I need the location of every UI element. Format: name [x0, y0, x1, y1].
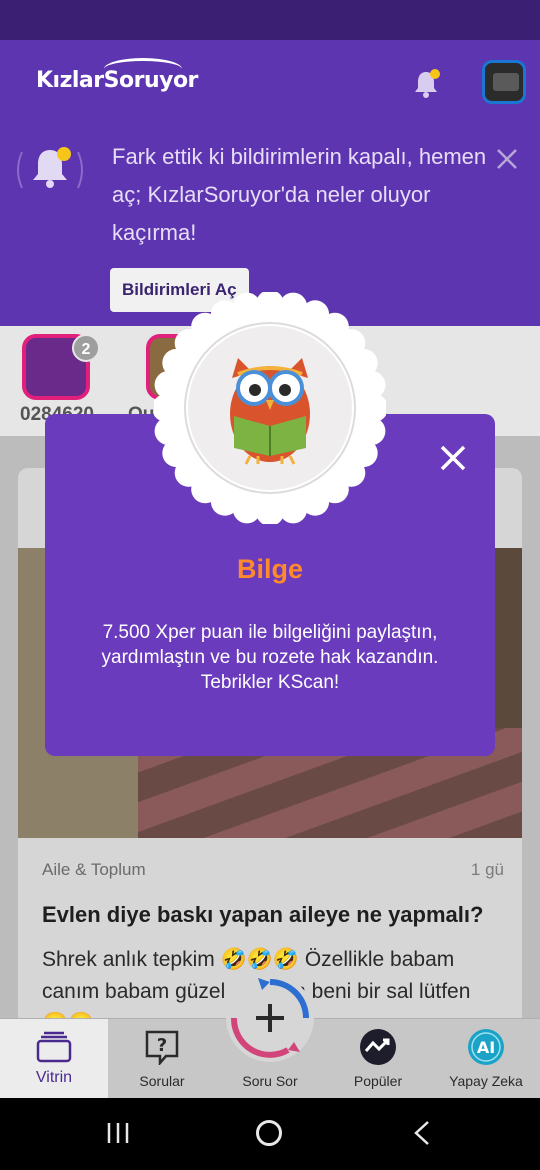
ask-question-button[interactable]: [226, 974, 314, 1062]
owl-icon: [152, 290, 388, 526]
avatar[interactable]: [482, 60, 526, 104]
nav-item-sorular[interactable]: ? Sorular: [108, 1019, 216, 1099]
story-count-badge: 2: [72, 334, 100, 362]
question-category[interactable]: Aile & Toplum: [42, 860, 146, 880]
ai-icon: AI: [466, 1029, 506, 1065]
status-bar: [0, 0, 540, 40]
question-time: 1 gü: [470, 860, 504, 879]
question-title[interactable]: Evlen diye baskı yapan aileye ne yapmalı…: [42, 902, 512, 928]
nav-label: Vitrin: [35, 1069, 73, 1086]
badge-description: 7.500 Xper puan ile bilgeliğini paylaştı…: [101, 622, 439, 693]
notification-off-icon: [12, 142, 88, 198]
svg-text:?: ?: [157, 1035, 167, 1056]
system-navigation-bar: [0, 1098, 540, 1170]
question-icon: ?: [142, 1029, 182, 1067]
nav-label: Yapay Zeka: [449, 1073, 523, 1089]
recent-apps-icon[interactable]: [104, 1122, 132, 1144]
trending-icon: [358, 1029, 398, 1065]
close-icon[interactable]: [437, 442, 469, 474]
home-icon[interactable]: [256, 1120, 282, 1146]
nav-label: Sorular: [139, 1073, 185, 1089]
close-icon[interactable]: [494, 146, 520, 172]
nav-label: Popüler: [353, 1073, 403, 1089]
nav-item-yapay-zeka[interactable]: AI Yapay Zeka: [432, 1019, 540, 1099]
cards-icon: [34, 1029, 74, 1065]
app-logo[interactable]: KızlarSoruyor: [36, 68, 198, 93]
svg-text:AI: AI: [477, 1038, 495, 1057]
notification-message: Fark ettik ki bildirimlerin kapalı, heme…: [112, 144, 487, 245]
notification-bell-icon[interactable]: [410, 68, 442, 100]
back-icon[interactable]: [410, 1120, 434, 1146]
nav-item-populer[interactable]: Popüler: [324, 1019, 432, 1099]
nav-item-vitrin[interactable]: Vitrin: [0, 1019, 108, 1099]
nav-label: Soru Sor: [242, 1073, 298, 1089]
app-header: KızlarSoruyor: [0, 40, 540, 126]
plus-icon: [230, 978, 309, 1058]
badge-name: Bilge: [236, 554, 303, 584]
